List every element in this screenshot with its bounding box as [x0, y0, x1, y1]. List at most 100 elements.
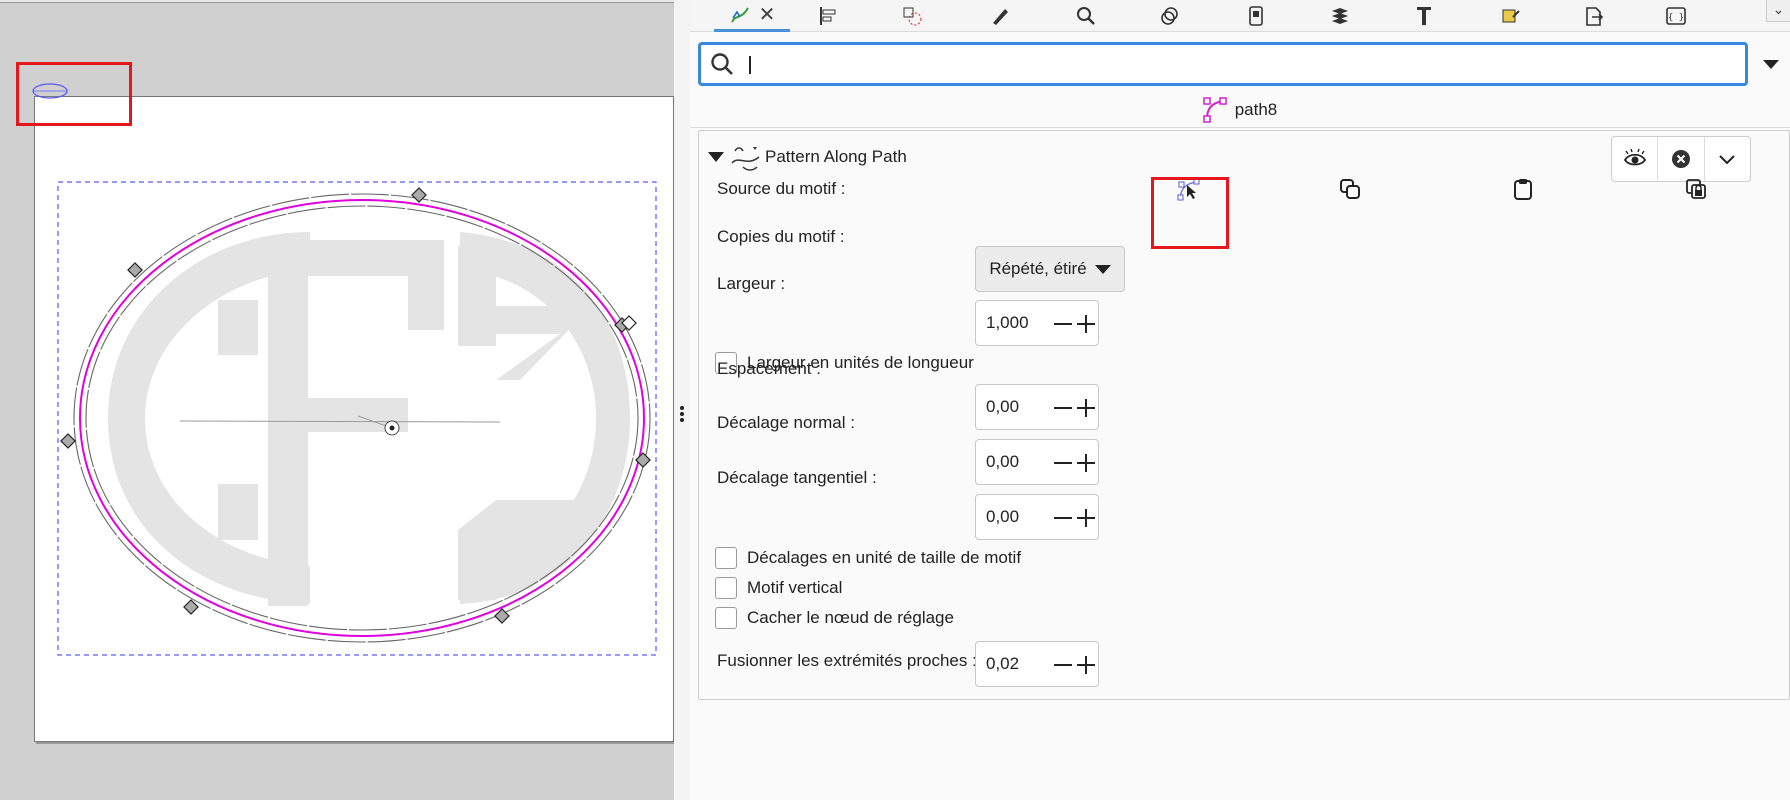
spacing-value[interactable]: 0,00: [986, 397, 1019, 417]
remove-effect-icon: [1671, 150, 1690, 168]
source-label: Source du motif :: [717, 179, 846, 198]
copy-button[interactable]: [1336, 175, 1364, 203]
tab-symbols[interactable]: [1150, 0, 1190, 32]
increment-plus-icon[interactable]: [1075, 397, 1097, 419]
chevron-down-icon: [1719, 155, 1736, 165]
copies-label: Copies du motif :: [717, 227, 845, 246]
increment-plus-icon[interactable]: [1075, 313, 1097, 335]
fuse-value[interactable]: 0,02: [986, 654, 1019, 674]
chevron-down-icon: [1094, 264, 1111, 274]
search-icon: [711, 53, 733, 75]
rotation-center-dot: [389, 425, 395, 431]
search-dropdown-button[interactable]: [1756, 52, 1786, 76]
tabs-overflow-chevron-icon[interactable]: ⌄: [1766, 0, 1790, 22]
tangential-offset-spinbox[interactable]: 0,00: [975, 494, 1099, 540]
monogram-graphic: [108, 232, 630, 606]
tab-export[interactable]: [1574, 0, 1614, 32]
close-tab-icon[interactable]: ✕: [759, 2, 776, 27]
effect-header[interactable]: Pattern Along Path: [699, 131, 1790, 183]
spacing-label: Espacement :: [717, 359, 821, 378]
copies-value: Répété, étiré: [989, 259, 1087, 278]
fuse-label: Fusionner les extrémités proches :: [717, 651, 977, 670]
text-font-icon: [1417, 7, 1431, 25]
normal-offset-value[interactable]: 0,00: [986, 452, 1019, 472]
fill-stroke-icon: [993, 9, 1008, 25]
tab-fill-stroke[interactable]: [980, 0, 1020, 32]
path-effects-icon: [730, 6, 749, 23]
object-name: path8: [1234, 99, 1278, 119]
offsets-pattern-units-row[interactable]: Décalages en unité de taille de motif: [715, 546, 1021, 570]
pattern-along-path-icon: [731, 147, 760, 171]
tab-xml-editor[interactable]: { }: [1656, 0, 1696, 32]
guide-line: [179, 420, 501, 423]
effect-search-box[interactable]: [698, 42, 1748, 86]
effect-panel-pattern-along-path: Pattern Along Path Source du motif: Cop…: [698, 130, 1790, 700]
increment-plus-icon[interactable]: [1075, 507, 1097, 529]
width-value[interactable]: 1,000: [986, 313, 1029, 333]
tangential-offset-value[interactable]: 0,00: [986, 507, 1019, 527]
effect-menu-button[interactable]: [1705, 137, 1750, 181]
toggle-visibility-button[interactable]: [1612, 137, 1659, 181]
tab-transform[interactable]: [892, 0, 932, 32]
current-object-row: path8: [690, 92, 1790, 128]
increment-plus-icon[interactable]: [1075, 452, 1097, 474]
effect-action-group: [1611, 136, 1751, 182]
tab-path-effects[interactable]: ✕: [714, 0, 790, 32]
tab-find[interactable]: [1066, 0, 1106, 32]
chevron-down-icon: [1763, 59, 1779, 69]
hide-knot-row[interactable]: Cacher le nœud de réglage: [715, 606, 954, 630]
text-caret: [749, 56, 751, 74]
fuse-spinbox[interactable]: 0,02: [975, 641, 1099, 687]
find-icon: [1077, 7, 1095, 25]
align-icon: [820, 7, 836, 25]
normal-offset-spinbox[interactable]: 0,00: [975, 439, 1099, 485]
layers-icon: [1332, 8, 1348, 24]
normal-offset-label: Décalage normal :: [717, 413, 855, 432]
link-to-clipboard-icon: [1686, 179, 1706, 199]
width-spinbox[interactable]: 1,000: [975, 300, 1099, 346]
app-window: ✕ {} ⌄ path8 Pattern Along Path Source …: [0, 0, 1790, 800]
svg-text:{ }: { }: [1668, 13, 1684, 23]
offsets-pattern-units-checkbox[interactable]: [715, 547, 737, 569]
tab-layers[interactable]: [1320, 0, 1360, 32]
copy-icon: [1340, 179, 1360, 199]
paste-button[interactable]: [1509, 175, 1537, 203]
paste-icon: [1514, 179, 1532, 200]
vertical-pattern-row[interactable]: Motif vertical: [715, 576, 842, 600]
hide-knot-checkbox[interactable]: [715, 607, 737, 629]
export-icon: [1586, 7, 1604, 26]
annotation-highlight-source-ellipse: [16, 62, 132, 126]
decrement-minus-icon[interactable]: [1052, 313, 1074, 335]
annotation-highlight-edit-on-canvas: [1151, 177, 1229, 249]
decrement-minus-icon[interactable]: [1052, 507, 1074, 529]
search-input[interactable]: [739, 49, 1729, 79]
hide-knot-label: Cacher le nœud de réglage: [747, 608, 954, 627]
collapse-arrow-icon[interactable]: [708, 152, 724, 162]
decrement-minus-icon[interactable]: [1052, 397, 1074, 419]
transform-icon: [903, 7, 922, 26]
tangential-offset-label: Décalage tangentiel :: [717, 468, 877, 487]
tab-text-font[interactable]: [1404, 0, 1444, 32]
copies-dropdown[interactable]: Répété, étiré: [975, 246, 1125, 292]
node-path-icon: [1202, 96, 1227, 123]
splitter-grip-icon[interactable]: [679, 404, 685, 422]
offsets-pattern-units-label: Décalages en unité de taille de motif: [747, 548, 1022, 567]
vertical-pattern-checkbox[interactable]: [715, 577, 737, 599]
tab-align[interactable]: [808, 0, 848, 32]
link-to-clipboard-button[interactable]: [1682, 175, 1710, 203]
tab-selectors[interactable]: [1490, 0, 1530, 32]
xml-editor-icon: { }: [1666, 7, 1686, 25]
width-label: Largeur :: [717, 274, 786, 293]
decrement-minus-icon[interactable]: [1052, 654, 1074, 676]
vertical-pattern-label: Motif vertical: [747, 578, 843, 597]
increment-plus-icon[interactable]: [1075, 654, 1097, 676]
decrement-minus-icon[interactable]: [1052, 452, 1074, 474]
dialog-panel: ✕ {} ⌄ path8 Pattern Along Path Source …: [690, 0, 1790, 800]
dock-tabbar: ✕ {} ⌄: [690, 0, 1790, 32]
symbols-icon: [1161, 7, 1178, 25]
panel-splitter[interactable]: [674, 0, 690, 800]
document-properties-icon: [1249, 6, 1263, 26]
drawing-canvas[interactable]: [0, 0, 674, 800]
tab-document-properties[interactable]: [1236, 0, 1276, 32]
spacing-spinbox[interactable]: 0,00: [975, 384, 1099, 430]
